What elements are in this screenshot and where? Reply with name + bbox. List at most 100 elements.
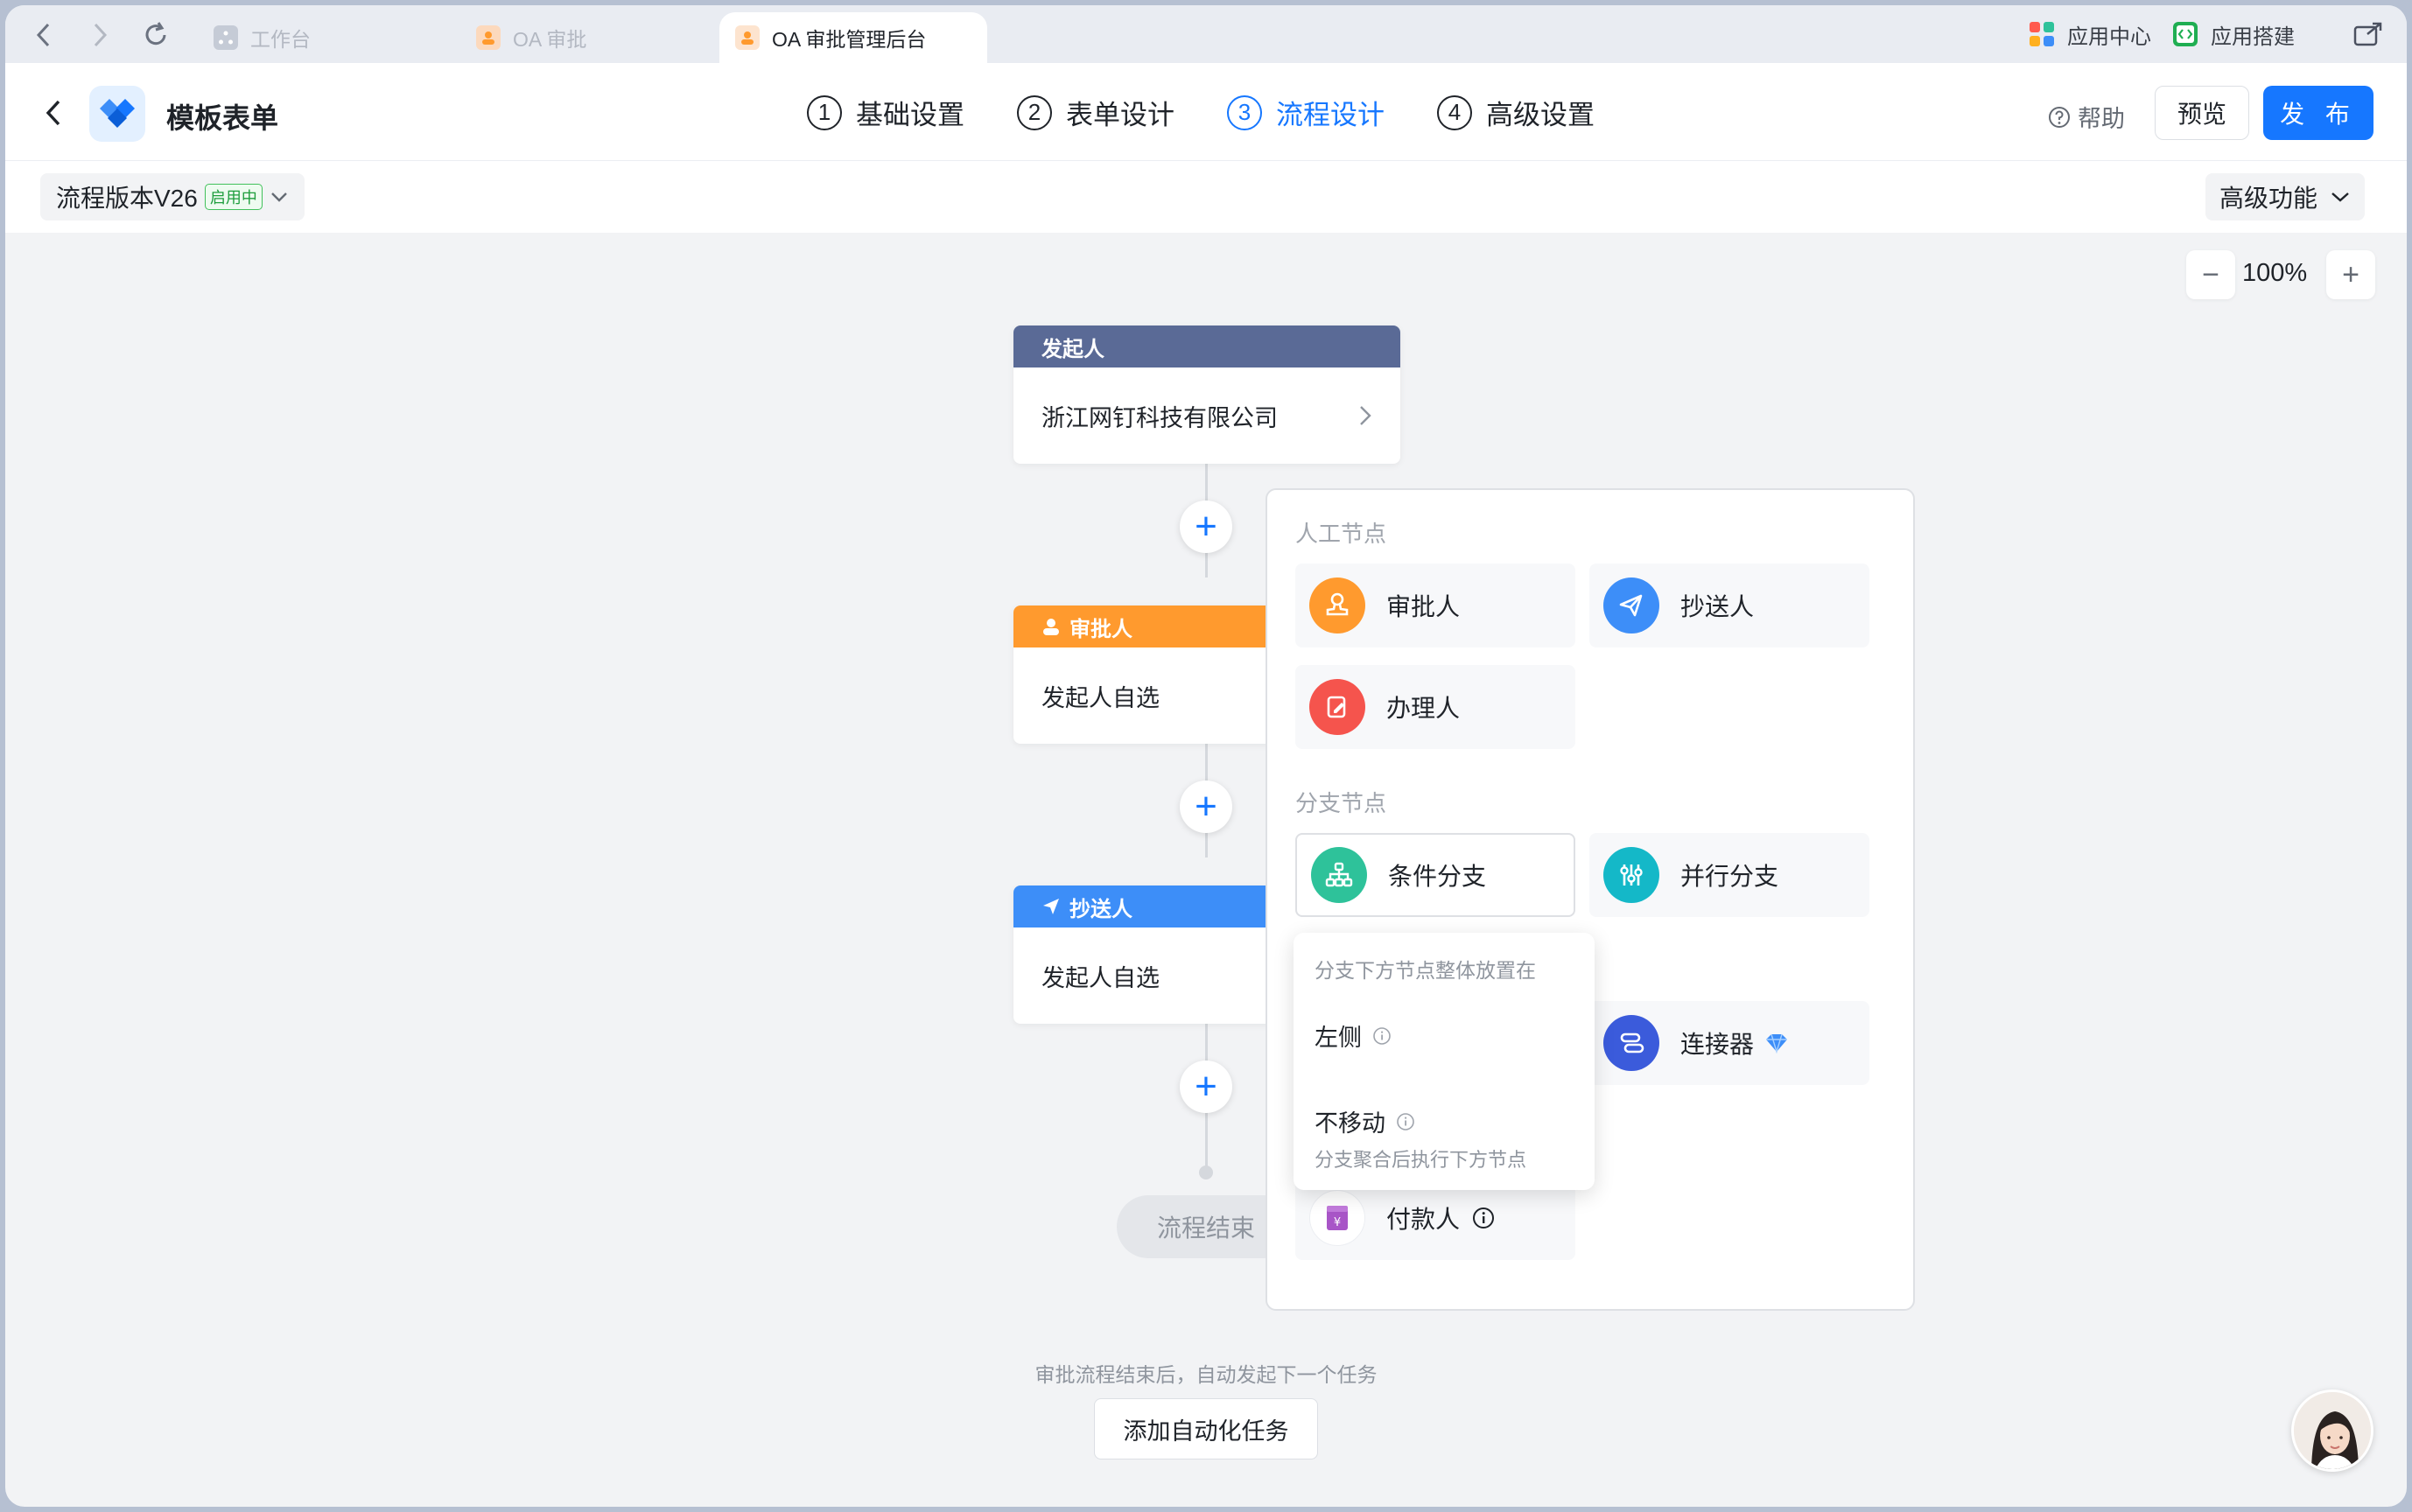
back-icon[interactable]: [26, 18, 61, 52]
option-no-move[interactable]: 不移动: [1315, 1104, 1415, 1138]
picker-item-approver[interactable]: 审批人: [1295, 564, 1575, 648]
picker-item-label: 并行分支: [1680, 863, 1779, 890]
page-title: 模板表单: [166, 102, 279, 134]
picker-item-condition-branch[interactable]: 条件分支: [1295, 833, 1575, 917]
popover-title: 分支下方节点整体放置在: [1315, 959, 1536, 982]
step-number: 2: [1017, 94, 1052, 130]
person-icon: [476, 25, 501, 50]
section-title-manual: 人工节点: [1295, 521, 1387, 547]
parallel-icon: [1603, 847, 1659, 903]
back-arrow-icon[interactable]: [44, 98, 63, 132]
node-title: 抄送人: [1069, 897, 1132, 921]
initiator-node-body: 浙江网钉科技有限公司: [1013, 368, 1400, 464]
app-builder-link[interactable]: 应用搭建: [2172, 14, 2295, 54]
automation-note: 审批流程结束后，自动发起下一个任务: [1034, 1363, 1378, 1386]
connector-icon: [1603, 1015, 1659, 1071]
step-label: 高级设置: [1486, 100, 1595, 130]
initiator-node-header: 发起人: [1013, 326, 1400, 368]
advanced-functions-select[interactable]: 高级功能: [2205, 173, 2366, 220]
help-label: 帮助: [2078, 106, 2125, 132]
add-node-button[interactable]: +: [1180, 1060, 1232, 1113]
add-node-button[interactable]: +: [1180, 780, 1232, 833]
chevron-right-icon: [1360, 406, 1371, 425]
tab-label: OA 审批管理后台: [772, 28, 927, 51]
info-icon[interactable]: [1472, 1207, 1495, 1229]
send-icon: [1043, 899, 1059, 914]
option-label: 左侧: [1315, 1025, 1362, 1051]
open-external-icon[interactable]: [2351, 18, 2386, 52]
node-content: 发起人自选: [1041, 684, 1160, 711]
app-center-label: 应用中心: [2067, 24, 2151, 49]
picker-item-label: 抄送人: [1680, 593, 1755, 620]
browser-chrome: 工作台 OA 审批 OA 审批管理后台 应用中心 应用搭建: [5, 5, 2407, 63]
zoom-out-button[interactable]: −: [2186, 250, 2235, 299]
node-title: 审批人: [1069, 617, 1132, 641]
flow-end-dot: [1199, 1166, 1213, 1180]
zoom-in-button[interactable]: +: [2326, 250, 2375, 299]
step-form-design[interactable]: 2 表单设计: [1017, 93, 1174, 132]
publish-button[interactable]: 发 布: [2263, 86, 2373, 140]
picker-item-label: 付款人: [1386, 1206, 1461, 1233]
chevron-down-icon: [270, 192, 287, 202]
initiator-node[interactable]: 发起人 浙江网钉科技有限公司: [1013, 326, 1400, 464]
option-label: 不移动: [1315, 1110, 1385, 1137]
picker-item-label: 条件分支: [1388, 863, 1487, 890]
step-label: 基础设置: [856, 100, 964, 130]
step-flow-design[interactable]: 3 流程设计: [1227, 93, 1385, 132]
picker-item-connector[interactable]: 连接器: [1589, 1001, 1869, 1085]
reload-icon[interactable]: [138, 18, 173, 52]
node-content: 发起人自选: [1041, 964, 1160, 991]
app-center-link[interactable]: 应用中心: [2029, 14, 2151, 54]
sub-toolbar: 流程版本V26 启用中 高级功能: [5, 161, 2407, 233]
node-content: 浙江网钉科技有限公司: [1041, 404, 1278, 431]
forward-icon[interactable]: [82, 18, 117, 52]
picker-item-handler[interactable]: 办理人: [1295, 665, 1575, 749]
tab-oa-admin[interactable]: OA 审批管理后台: [719, 12, 987, 63]
info-icon: [1397, 1112, 1414, 1130]
send-icon: [1603, 578, 1659, 634]
code-icon: [2173, 22, 2198, 46]
advanced-label: 高级功能: [2219, 185, 2318, 212]
add-node-button[interactable]: +: [1180, 500, 1232, 553]
tab-workbench[interactable]: 工作台: [198, 12, 460, 63]
app-window: 工作台 OA 审批 OA 审批管理后台 应用中心 应用搭建 模板表单 1 基础设…: [5, 5, 2407, 1507]
step-label: 流程设计: [1276, 100, 1385, 130]
help-link[interactable]: 帮助: [2048, 100, 2125, 134]
template-logo-icon: [89, 86, 145, 142]
option-left-side[interactable]: 左侧: [1315, 1018, 1392, 1053]
info-icon: [1373, 1026, 1391, 1045]
diamond-icon: [1766, 1033, 1788, 1054]
step-basic-settings[interactable]: 1 基础设置: [807, 93, 964, 132]
preview-button[interactable]: 预览: [2155, 86, 2249, 140]
picker-item-cc[interactable]: 抄送人: [1589, 564, 1869, 648]
assistant-avatar[interactable]: [2291, 1390, 2373, 1472]
version-select[interactable]: 流程版本V26 启用中: [40, 173, 305, 220]
picker-item-parallel-branch[interactable]: 并行分支: [1589, 833, 1869, 917]
app-grid-icon: [2030, 22, 2054, 46]
chevron-down-icon: [2331, 192, 2349, 202]
question-circle-icon: [2049, 106, 2070, 128]
tab-label: 工作台: [250, 28, 311, 51]
add-automation-task-button[interactable]: 添加自动化任务: [1094, 1398, 1318, 1460]
section-title-branch: 分支节点: [1295, 790, 1387, 816]
step-number: 1: [807, 94, 842, 130]
step-number: 4: [1437, 94, 1472, 130]
branch-placement-popover: 分支下方节点整体放置在 左侧 不移动 分支聚合后执行下方节点: [1294, 933, 1595, 1190]
step-label: 表单设计: [1066, 100, 1174, 130]
version-label: 流程版本V26: [56, 185, 198, 212]
edit-icon: [1309, 679, 1365, 735]
step-nav: 1 基础设置 2 表单设计 3 流程设计 4 高级设置: [807, 93, 1595, 132]
zoom-level: 100%: [2242, 259, 2308, 287]
org-icon: [214, 25, 238, 50]
app-builder-label: 应用搭建: [2211, 24, 2295, 49]
page-header: 模板表单 1 基础设置 2 表单设计 3 流程设计 4 高级设置 帮助 预览 发…: [5, 63, 2407, 161]
picker-item-label: 办理人: [1386, 695, 1461, 722]
tab-oa-approval[interactable]: OA 审批: [460, 12, 723, 63]
status-badge: 启用中: [204, 184, 263, 210]
picker-item-label: 审批人: [1386, 593, 1461, 620]
svg-text:¥: ¥: [1334, 1216, 1341, 1229]
step-advanced-settings[interactable]: 4 高级设置: [1437, 93, 1595, 132]
wallet-icon: ¥: [1309, 1190, 1365, 1246]
stamp-icon: [1309, 578, 1365, 634]
branch-icon: [1311, 847, 1367, 903]
